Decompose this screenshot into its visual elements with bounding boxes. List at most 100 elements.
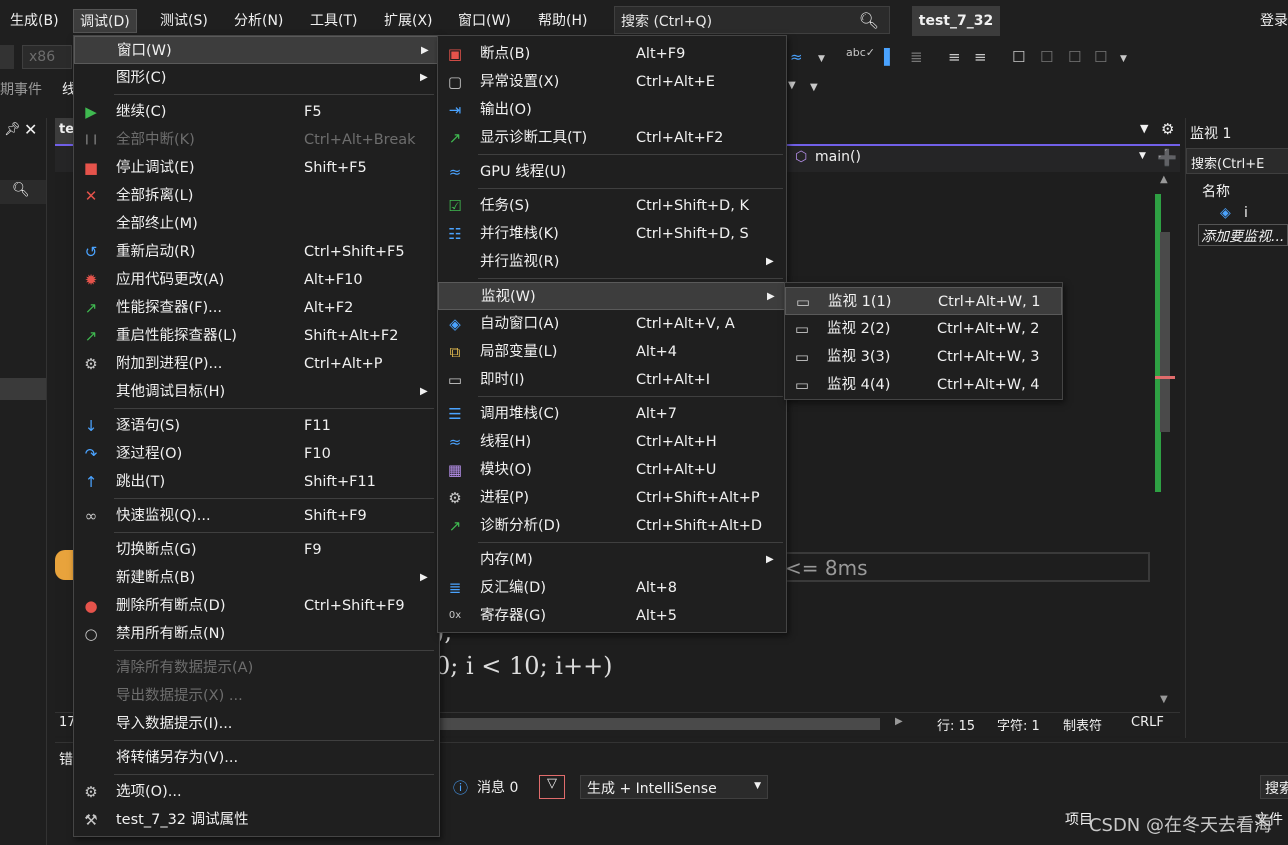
window-menu-item-0[interactable]: ▣ 断点(B) Alt+F9 <box>438 40 786 68</box>
split-icon[interactable]: ➕ <box>1157 148 1177 167</box>
panel-search[interactable]: 🔍︎ <box>0 180 46 204</box>
menu-debug[interactable]: 调试(D) <box>73 9 137 33</box>
debug-menu-item-18[interactable]: 新建断点(B) ▶ <box>74 564 439 592</box>
window-menu-item-17[interactable]: 内存(M) ▶ <box>438 546 786 574</box>
breakpoint-marker[interactable] <box>55 550 75 580</box>
outdent-icon[interactable]: ≣ <box>910 48 923 66</box>
vertical-scrollbar[interactable]: ▲ ▼ <box>1155 172 1175 712</box>
watch-menu-item-0[interactable]: ▭ 监视 1(1) Ctrl+Alt+W, 1 <box>785 287 1062 315</box>
debug-menu-item-2[interactable]: ▶ 继续(C) F5 <box>74 98 439 126</box>
debug-menu-item-11[interactable]: ⚙ 附加到进程(P)... Ctrl+Alt+P <box>74 350 439 378</box>
stack-frame-dropdown-icon[interactable]: ▼ <box>788 80 796 91</box>
function-dropdown[interactable]: main() <box>815 149 861 165</box>
uncomment-icon[interactable]: ≡ <box>974 48 987 66</box>
window-menu-item-14[interactable]: ▦ 模块(O) Ctrl+Alt+U <box>438 456 786 484</box>
window-menu-item-7[interactable]: 并行监视(R) ▶ <box>438 248 786 276</box>
window-menu-item-6[interactable]: ☷ 并行堆栈(K) Ctrl+Shift+D, S <box>438 220 786 248</box>
debug-menu-item-0[interactable]: 窗口(W) ▶ <box>74 36 439 64</box>
debug-menu-item-26[interactable]: ⚒ test_7_32 调试属性 <box>74 806 439 834</box>
menu-window[interactable]: 窗口(W) <box>452 9 517 33</box>
watch-item-name[interactable]: i <box>1244 205 1248 221</box>
window-menu-item-1[interactable]: ▢ 异常设置(X) Ctrl+Alt+E <box>438 68 786 96</box>
debug-menu-item-4[interactable]: ■ 停止调试(E) Shift+F5 <box>74 154 439 182</box>
watch-search-input[interactable]: 搜索(Ctrl+E <box>1186 148 1288 174</box>
debug-menu-item-6[interactable]: 全部终止(M) <box>74 210 439 238</box>
add-watch-input[interactable]: 添加要监视... <box>1198 224 1288 246</box>
bookmark-prev-icon[interactable]: ☐ <box>1040 48 1053 66</box>
window-menu-item-9[interactable]: ◈ 自动窗口(A) Ctrl+Alt+V, A <box>438 310 786 338</box>
menu-extensions[interactable]: 扩展(X) <box>378 9 439 33</box>
window-menu-item-16[interactable]: ↗ 诊断分析(D) Ctrl+Shift+Alt+D <box>438 512 786 540</box>
window-menu-item-19[interactable]: 0x 寄存器(G) Alt+5 <box>438 602 786 630</box>
debug-menu-item-7[interactable]: ↺ 重新启动(R) Ctrl+Shift+F5 <box>74 238 439 266</box>
watch-menu-item-1[interactable]: ▭ 监视 2(2) Ctrl+Alt+W, 2 <box>785 315 1062 343</box>
window-menu-item-2[interactable]: ⇥ 输出(O) <box>438 96 786 124</box>
window-menu-item-12[interactable]: ☰ 调用堆栈(C) Alt+7 <box>438 400 786 428</box>
window-menu-item-8[interactable]: 监视(W) ▶ <box>438 282 786 310</box>
bookmark-icon[interactable]: ☐ <box>1012 48 1025 66</box>
watch-menu-item-2[interactable]: ▭ 监视 3(3) Ctrl+Alt+W, 3 <box>785 343 1062 371</box>
debug-menu-item-17[interactable]: 切换断点(G) F9 <box>74 536 439 564</box>
debug-menu-item-12[interactable]: 其他调试目标(H) ▶ <box>74 378 439 406</box>
menu-build[interactable]: 生成(B) <box>4 9 65 33</box>
error-search-input[interactable]: 搜索 <box>1260 775 1288 799</box>
menu-tools[interactable]: 工具(T) <box>304 9 363 33</box>
window-menu-item-11[interactable]: ▭ 即时(I) Ctrl+Alt+I <box>438 366 786 394</box>
chevron-down-icon[interactable]: ▼ <box>1139 151 1146 161</box>
scroll-right-icon[interactable]: ▶ <box>895 716 903 727</box>
build-filter-dropdown[interactable]: 生成 + IntelliSense ▼ <box>580 775 768 799</box>
messages-filter[interactable]: 消息 0 <box>477 777 518 797</box>
debug-menu-item-14[interactable]: ↷ 逐过程(O) F10 <box>74 440 439 468</box>
insert-breakpoint-icon[interactable]: ▌ <box>884 48 896 66</box>
window-menu-item-4[interactable]: ≈ GPU 线程(U) <box>438 158 786 186</box>
debug-menu-item-25[interactable]: ⚙ 选项(O)... <box>74 778 439 806</box>
debug-menu-item-23[interactable]: 导入数据提示(I)... <box>74 710 439 738</box>
scroll-thumb[interactable] <box>1160 232 1170 432</box>
debug-menu-item-10[interactable]: ↗ 重启性能探查器(L) Shift+Alt+F2 <box>74 322 439 350</box>
debug-menu-item-20[interactable]: ○ 禁用所有断点(N) <box>74 620 439 648</box>
status-eol[interactable]: CRLF <box>1131 715 1164 730</box>
dropdown-arrow-icon[interactable]: ▼ <box>818 54 825 64</box>
menu-test[interactable]: 测试(S) <box>154 9 214 33</box>
debug-icon[interactable]: ≈ <box>790 48 803 66</box>
filter-icon[interactable]: ▽ <box>539 775 565 799</box>
comment-icon[interactable]: ≡ <box>948 48 961 66</box>
menu-analyze[interactable]: 分析(N) <box>228 9 289 33</box>
bookmark-clear-icon[interactable]: ☐ <box>1094 48 1107 66</box>
debug-menu-item-9[interactable]: ↗ 性能探查器(F)... Alt+F2 <box>74 294 439 322</box>
window-menu-item-15[interactable]: ⚙ 进程(P) Ctrl+Shift+Alt+P <box>438 484 786 512</box>
debug-menu-item-24[interactable]: 将转储另存为(V)... <box>74 744 439 772</box>
tab-dropdown-icon[interactable]: ▼ <box>1140 122 1148 135</box>
window-menu-item-18[interactable]: ≣ 反汇编(D) Alt+8 <box>438 574 786 602</box>
toolbar-overflow-icon-2[interactable]: ▼ <box>810 82 818 93</box>
scroll-down-icon[interactable]: ▼ <box>1160 694 1168 705</box>
debug-menu-item-19[interactable]: ● 删除所有断点(D) Ctrl+Shift+F9 <box>74 592 439 620</box>
horizontal-scrollbar[interactable] <box>440 718 880 730</box>
status-indent[interactable]: 制表符 <box>1063 715 1102 734</box>
panel-selected-row[interactable] <box>0 378 46 400</box>
info-icon[interactable]: ⓘ <box>453 777 468 798</box>
gear-icon[interactable]: ⚙ <box>1161 120 1174 138</box>
search-input[interactable]: 搜索 (Ctrl+Q) 🔍︎ <box>614 6 890 34</box>
debug-menu-item-1[interactable]: 图形(C) ▶ <box>74 64 439 92</box>
close-icon[interactable]: ✕ <box>24 120 37 139</box>
scroll-up-icon[interactable]: ▲ <box>1160 174 1168 185</box>
watch-name-header[interactable]: 名称 <box>1202 181 1230 201</box>
platform-dropdown[interactable]: x86 <box>22 45 72 69</box>
window-menu-item-13[interactable]: ≈ 线程(H) Ctrl+Alt+H <box>438 428 786 456</box>
toolbar-overflow-icon[interactable]: ▼ <box>1120 54 1127 64</box>
debug-menu-item-15[interactable]: ↑ 跳出(T) Shift+F11 <box>74 468 439 496</box>
spellcheck-icon[interactable]: abc✓ <box>846 46 875 59</box>
debug-menu-item-16[interactable]: ∞ 快速监视(Q)... Shift+F9 <box>74 502 439 530</box>
watch-menu-item-3[interactable]: ▭ 监视 4(4) Ctrl+Alt+W, 4 <box>785 371 1062 399</box>
window-menu-item-10[interactable]: ⧉ 局部变量(L) Alt+4 <box>438 338 786 366</box>
debug-menu-item-5[interactable]: ✕ 全部拆离(L) <box>74 182 439 210</box>
bookmark-next-icon[interactable]: ☐ <box>1068 48 1081 66</box>
login-link[interactable]: 登录 <box>1260 10 1288 30</box>
pin-icon[interactable]: 📌︎ <box>4 122 21 137</box>
debug-menu-item-13[interactable]: ↓ 逐语句(S) F11 <box>74 412 439 440</box>
config-dropdown[interactable] <box>0 45 14 69</box>
debug-menu-item-8[interactable]: ✹ 应用代码更改(A) Alt+F10 <box>74 266 439 294</box>
window-menu-item-3[interactable]: ↗ 显示诊断工具(T) Ctrl+Alt+F2 <box>438 124 786 152</box>
window-menu-item-5[interactable]: ☑ 任务(S) Ctrl+Shift+D, K <box>438 192 786 220</box>
